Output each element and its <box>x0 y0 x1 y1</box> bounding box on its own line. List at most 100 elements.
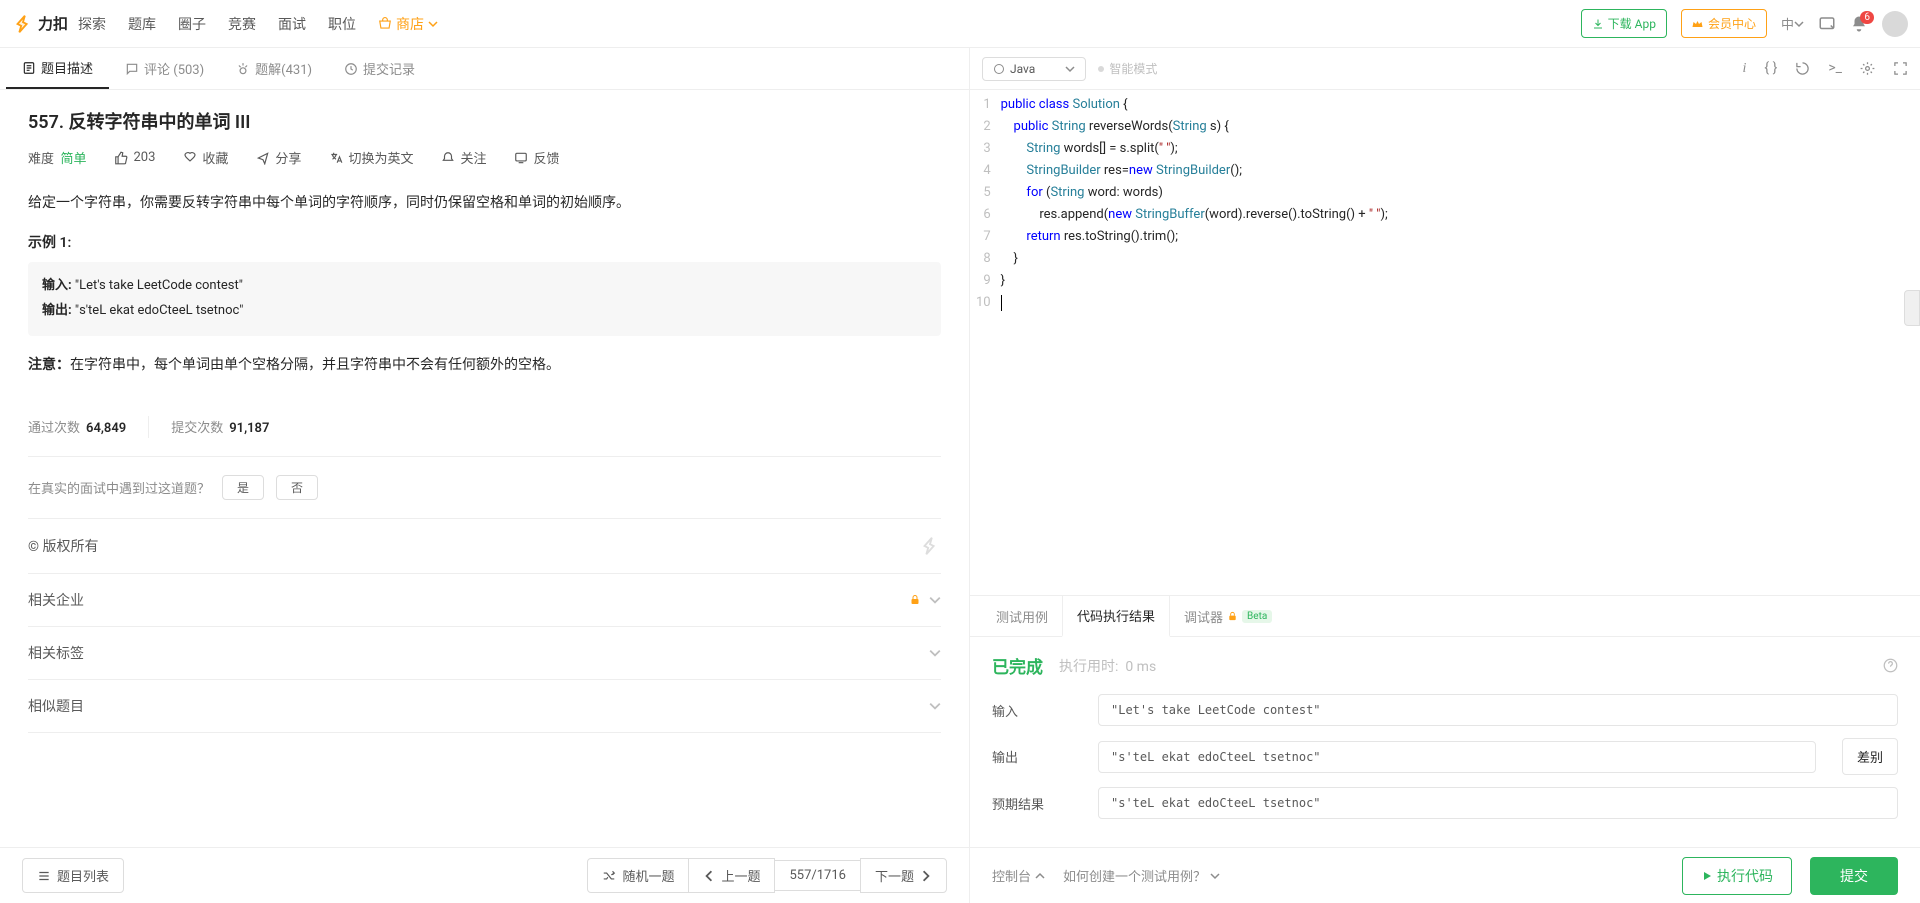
problem-title: 557. 反转字符串中的单词 III <box>28 108 941 134</box>
info-icon[interactable]: i <box>1743 60 1747 77</box>
yes-button[interactable]: 是 <box>222 475 264 500</box>
language-switch[interactable]: 中 <box>1781 14 1804 33</box>
star-button[interactable]: 收藏 <box>183 148 228 167</box>
terminal-icon[interactable]: >_ <box>1828 60 1842 77</box>
no-button[interactable]: 否 <box>276 475 318 500</box>
right-footer: 控制台 如何创建一个测试用例？ 执行代码 提交 <box>970 847 1920 903</box>
chevron-down-icon <box>929 594 941 606</box>
next-button[interactable]: 下一题 <box>860 858 947 893</box>
smart-mode[interactable]: 智能模式 <box>1098 60 1157 77</box>
brand-text: 力扣 <box>38 13 68 34</box>
editor-toolbar: Java 智能模式 i { } >_ <box>970 48 1920 90</box>
notifications-icon[interactable]: 6 <box>1850 15 1868 33</box>
tab-comments[interactable]: 评论 (503) <box>109 48 220 89</box>
top-nav: 力扣 探索 题库 圈子 竞赛 面试 职位 商店 下载 App 会员中心 中 <box>0 0 1920 48</box>
status: 已完成 <box>992 653 1043 678</box>
logo-icon <box>12 13 34 35</box>
copyright-section: © 版权所有 <box>28 519 941 574</box>
feedback-button[interactable]: 反馈 <box>514 148 559 167</box>
description-text: 给定一个字符串，你需要反转字符串中每个单词的字符顺序，同时仍保留空格和单词的初始… <box>28 191 941 216</box>
avatar[interactable] <box>1882 11 1908 37</box>
related-companies[interactable]: 相关企业 <box>28 574 941 627</box>
nav-discuss[interactable]: 圈子 <box>178 14 206 34</box>
language-select[interactable]: Java <box>982 57 1086 81</box>
random-button[interactable]: 随机一题 <box>587 858 689 893</box>
note: 注意：在字符串中，每个单词由单个空格分隔，并且字符串中不会有任何额外的空格。 <box>28 354 941 374</box>
chevron-down-icon <box>1210 871 1220 881</box>
crown-icon <box>1692 18 1704 30</box>
follow-button[interactable]: 关注 <box>441 148 486 167</box>
nav-shop[interactable]: 商店 <box>378 14 438 34</box>
right-panel: Java 智能模式 i { } >_ 12345678910 public cl… <box>970 48 1920 903</box>
similar-problems[interactable]: 相似题目 <box>28 680 941 733</box>
editor-tools: i { } >_ <box>1743 60 1908 77</box>
play-icon <box>1701 870 1713 882</box>
output-row: 输出 "s'teL ekat edoCteeL tsetnoc" 差别 <box>992 738 1898 775</box>
result-body: 已完成 执行用时: 0 ms 输入 "Let's take LeetCode c… <box>970 637 1920 847</box>
tab-submissions[interactable]: 提交记录 <box>328 48 431 89</box>
caret-down-icon <box>1794 19 1804 29</box>
tab-testcase[interactable]: 测试用例 <box>982 596 1062 636</box>
nav-interview[interactable]: 面试 <box>278 14 306 34</box>
switch-lang-button[interactable]: 切换为英文 <box>329 148 413 167</box>
main: 题目描述 评论 (503) 题解(431) 提交记录 557. 反转字符串中的单… <box>0 48 1920 903</box>
console-link[interactable]: 控制台 <box>992 866 1045 885</box>
chevron-down-icon <box>929 647 941 659</box>
sidebar-handle[interactable] <box>1904 290 1920 326</box>
chevron-up-icon <box>1035 871 1045 881</box>
run-button[interactable]: 执行代码 <box>1682 857 1792 895</box>
member-center-button[interactable]: 会员中心 <box>1681 9 1767 38</box>
nav-explore[interactable]: 探索 <box>78 14 106 34</box>
difficulty: 难度 简单 <box>28 148 86 167</box>
tab-description[interactable]: 题目描述 <box>6 48 109 89</box>
notif-badge: 6 <box>1860 11 1874 24</box>
nav-problems[interactable]: 题库 <box>128 14 156 34</box>
fullscreen-icon[interactable] <box>1893 60 1908 77</box>
tab-solutions[interactable]: 题解(431) <box>220 48 328 89</box>
related-tags[interactable]: 相关标签 <box>28 627 941 680</box>
share-button[interactable]: 分享 <box>256 148 301 167</box>
code-editor[interactable]: 12345678910 public class Solution { publ… <box>970 90 1920 595</box>
circle-icon <box>993 63 1005 75</box>
submit-button[interactable]: 提交 <box>1810 857 1898 895</box>
reset-icon[interactable] <box>1795 60 1810 77</box>
left-panel: 题目描述 评论 (503) 题解(431) 提交记录 557. 反转字符串中的单… <box>0 48 970 903</box>
nav-jobs[interactable]: 职位 <box>328 14 356 34</box>
stats-row: 通过次数64,849 提交次数91,187 <box>28 398 941 457</box>
result-tabs: 测试用例 代码执行结果 调试器Beta <box>970 595 1920 637</box>
problem-tabs: 题目描述 评论 (503) 题解(431) 提交记录 <box>0 48 969 90</box>
settings-icon[interactable] <box>1860 60 1875 77</box>
code-lines[interactable]: public class Solution { public String re… <box>1001 90 1920 595</box>
like-button[interactable]: 203 <box>114 150 155 165</box>
input-row: 输入 "Let's take LeetCode contest" <box>992 694 1898 726</box>
nav-contest[interactable]: 竞赛 <box>228 14 256 34</box>
line-gutter: 12345678910 <box>970 90 1001 595</box>
logo[interactable]: 力扣 <box>12 13 68 35</box>
prev-button[interactable]: 上一题 <box>688 858 775 893</box>
pass-count: 通过次数64,849 <box>28 417 126 436</box>
tab-output[interactable]: 代码执行结果 <box>1062 596 1170 637</box>
page-indicator: 557/1716 <box>774 860 861 891</box>
how-to-link[interactable]: 如何创建一个测试用例？ <box>1063 866 1220 885</box>
lc-watermark-icon <box>919 535 941 557</box>
result-header: 已完成 执行用时: 0 ms <box>992 653 1898 678</box>
exec-time: 执行用时: 0 ms <box>1059 656 1156 676</box>
problem-content: 557. 反转字符串中的单词 III 难度 简单 203 收藏 分享 切换为英文… <box>0 90 969 847</box>
braces-icon[interactable]: { } <box>1764 60 1777 77</box>
input-box: "Let's take LeetCode contest" <box>1098 694 1898 726</box>
chevron-down-icon <box>929 700 941 712</box>
problem-list-button[interactable]: 题目列表 <box>22 858 124 893</box>
shop-icon <box>378 17 392 31</box>
left-footer: 题目列表 随机一题 上一题 557/1716 下一题 <box>0 847 969 903</box>
download-app-button[interactable]: 下载 App <box>1581 9 1667 38</box>
example-label: 示例 1: <box>28 232 941 252</box>
download-icon <box>1592 18 1604 30</box>
interview-row: 在真实的面试中遇到过这道题？ 是 否 <box>28 457 941 519</box>
expected-box: "s'teL ekat edoCteeL tsetnoc" <box>1098 787 1898 819</box>
help-icon[interactable] <box>1883 658 1898 673</box>
example-box: 输入: "Let's take LeetCode contest" 输出: "s… <box>28 262 941 335</box>
caret-down-icon <box>428 19 438 29</box>
playground-icon[interactable] <box>1818 15 1836 33</box>
diff-button[interactable]: 差别 <box>1842 738 1898 775</box>
tab-debugger[interactable]: 调试器Beta <box>1170 596 1286 636</box>
